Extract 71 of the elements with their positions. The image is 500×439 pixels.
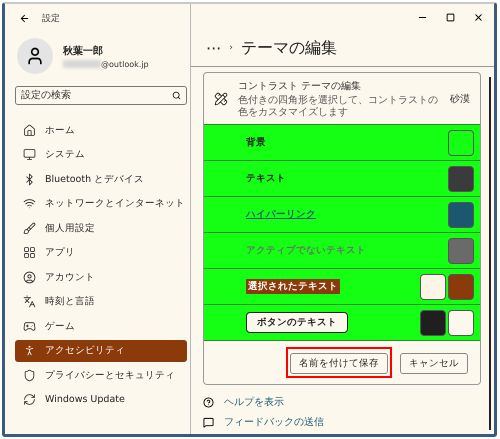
sidebar-item-label: ネットワークとインターネット xyxy=(45,197,185,210)
sidebar-item[interactable]: アクセシビリティ xyxy=(15,340,187,362)
breadcrumb-separator: › xyxy=(229,43,233,53)
sidebar-item[interactable]: システム xyxy=(15,144,187,166)
color-label: 選択されたテキスト xyxy=(246,279,340,294)
person-icon xyxy=(23,270,36,284)
color-swatch[interactable] xyxy=(448,130,474,156)
gamepad-icon xyxy=(23,320,36,333)
home-icon xyxy=(23,124,36,137)
sidebar-item-label: システム xyxy=(45,148,85,162)
brush-icon xyxy=(23,222,36,235)
refresh-icon xyxy=(23,393,36,406)
sidebar-item-label: 個人用設定 xyxy=(45,222,95,235)
sidebar-item-label: ホーム xyxy=(45,124,75,137)
sidebar-item[interactable]: Bluetooth とデバイス xyxy=(15,168,187,190)
more-breadcrumb[interactable]: ··· xyxy=(206,38,222,58)
sidebar-item-label: Bluetooth とデバイス xyxy=(45,172,144,186)
language-icon xyxy=(23,295,36,308)
window-title: 設定 xyxy=(42,12,60,24)
user-email: @outlook.jp xyxy=(101,60,149,68)
search-icon xyxy=(172,91,181,100)
card-button[interactable]: 名前を付けて保存 xyxy=(290,353,388,374)
sidebar-item[interactable]: アプリ xyxy=(15,242,187,264)
sidebar-item-label: アクセシビリティ xyxy=(45,344,125,358)
card-title: コントラスト テーマの編集 xyxy=(238,80,362,93)
sidebar-item[interactable]: Windows Update xyxy=(15,388,187,411)
color-swatch[interactable] xyxy=(448,310,474,336)
sidebar-item[interactable]: ゲーム xyxy=(15,315,187,338)
sidebar-item[interactable]: 時刻と言語 xyxy=(15,290,187,313)
color-swatch[interactable] xyxy=(448,166,474,192)
maximize-icon[interactable] xyxy=(446,12,455,22)
color-swatch[interactable] xyxy=(420,310,446,336)
sidebar-item-label: Windows Update xyxy=(45,394,125,406)
sidebar-item[interactable]: プライバシーとセキュリティ xyxy=(15,364,187,386)
help-icon xyxy=(203,396,214,408)
color-swatch[interactable] xyxy=(448,202,474,228)
user-name: 秋葉一郎 xyxy=(63,44,104,58)
shield-icon xyxy=(23,368,36,382)
theme-name: 砂漠 xyxy=(450,92,470,106)
color-swatch[interactable] xyxy=(448,238,474,264)
sidebar-item-label: アカウント xyxy=(45,270,95,284)
sidebar-item-label: プライバシーとセキュリティ xyxy=(45,368,175,382)
sidebar-item-label: 時刻と言語 xyxy=(45,295,95,308)
search-field[interactable]: 設定の検索 xyxy=(15,86,187,105)
person-icon xyxy=(23,344,36,358)
help-link[interactable]: ヘルプを表示 xyxy=(224,395,284,409)
sidebar-item[interactable]: 個人用設定 xyxy=(15,217,187,240)
grid-icon xyxy=(23,246,36,260)
help-link[interactable]: フィードバックの送信 xyxy=(224,415,324,429)
message-icon xyxy=(203,416,214,428)
card-button[interactable]: キャンセル xyxy=(400,353,468,374)
color-label: ハイパーリンク xyxy=(246,208,316,221)
pencil-ruler-icon xyxy=(214,92,228,106)
color-swatch[interactable] xyxy=(448,274,474,300)
color-swatch[interactable] xyxy=(420,274,446,300)
sidebar-item[interactable]: アカウント xyxy=(15,266,187,288)
color-label: テキスト xyxy=(246,172,286,185)
scrollbar[interactable] xyxy=(489,77,491,430)
sidebar-item[interactable]: ホーム xyxy=(15,119,187,142)
close-icon[interactable] xyxy=(473,12,484,22)
sidebar-item-label: アプリ xyxy=(45,246,75,260)
blurred-text xyxy=(63,60,101,68)
sidebar-item-label: ゲーム xyxy=(45,320,75,333)
color-label: ボタンのテキスト xyxy=(246,312,348,333)
sidebar-item[interactable]: ネットワークとインターネット xyxy=(15,192,187,215)
page-title: テーマの編集 xyxy=(240,38,337,58)
monitor-icon xyxy=(23,148,36,162)
back-arrow-icon[interactable] xyxy=(19,12,30,24)
color-label: 背景 xyxy=(246,136,266,149)
color-label: アクティブでないテキスト xyxy=(246,244,366,257)
card-description: 色付きの四角形を選択して、コントラストの色をカスタマイズします xyxy=(238,95,439,118)
